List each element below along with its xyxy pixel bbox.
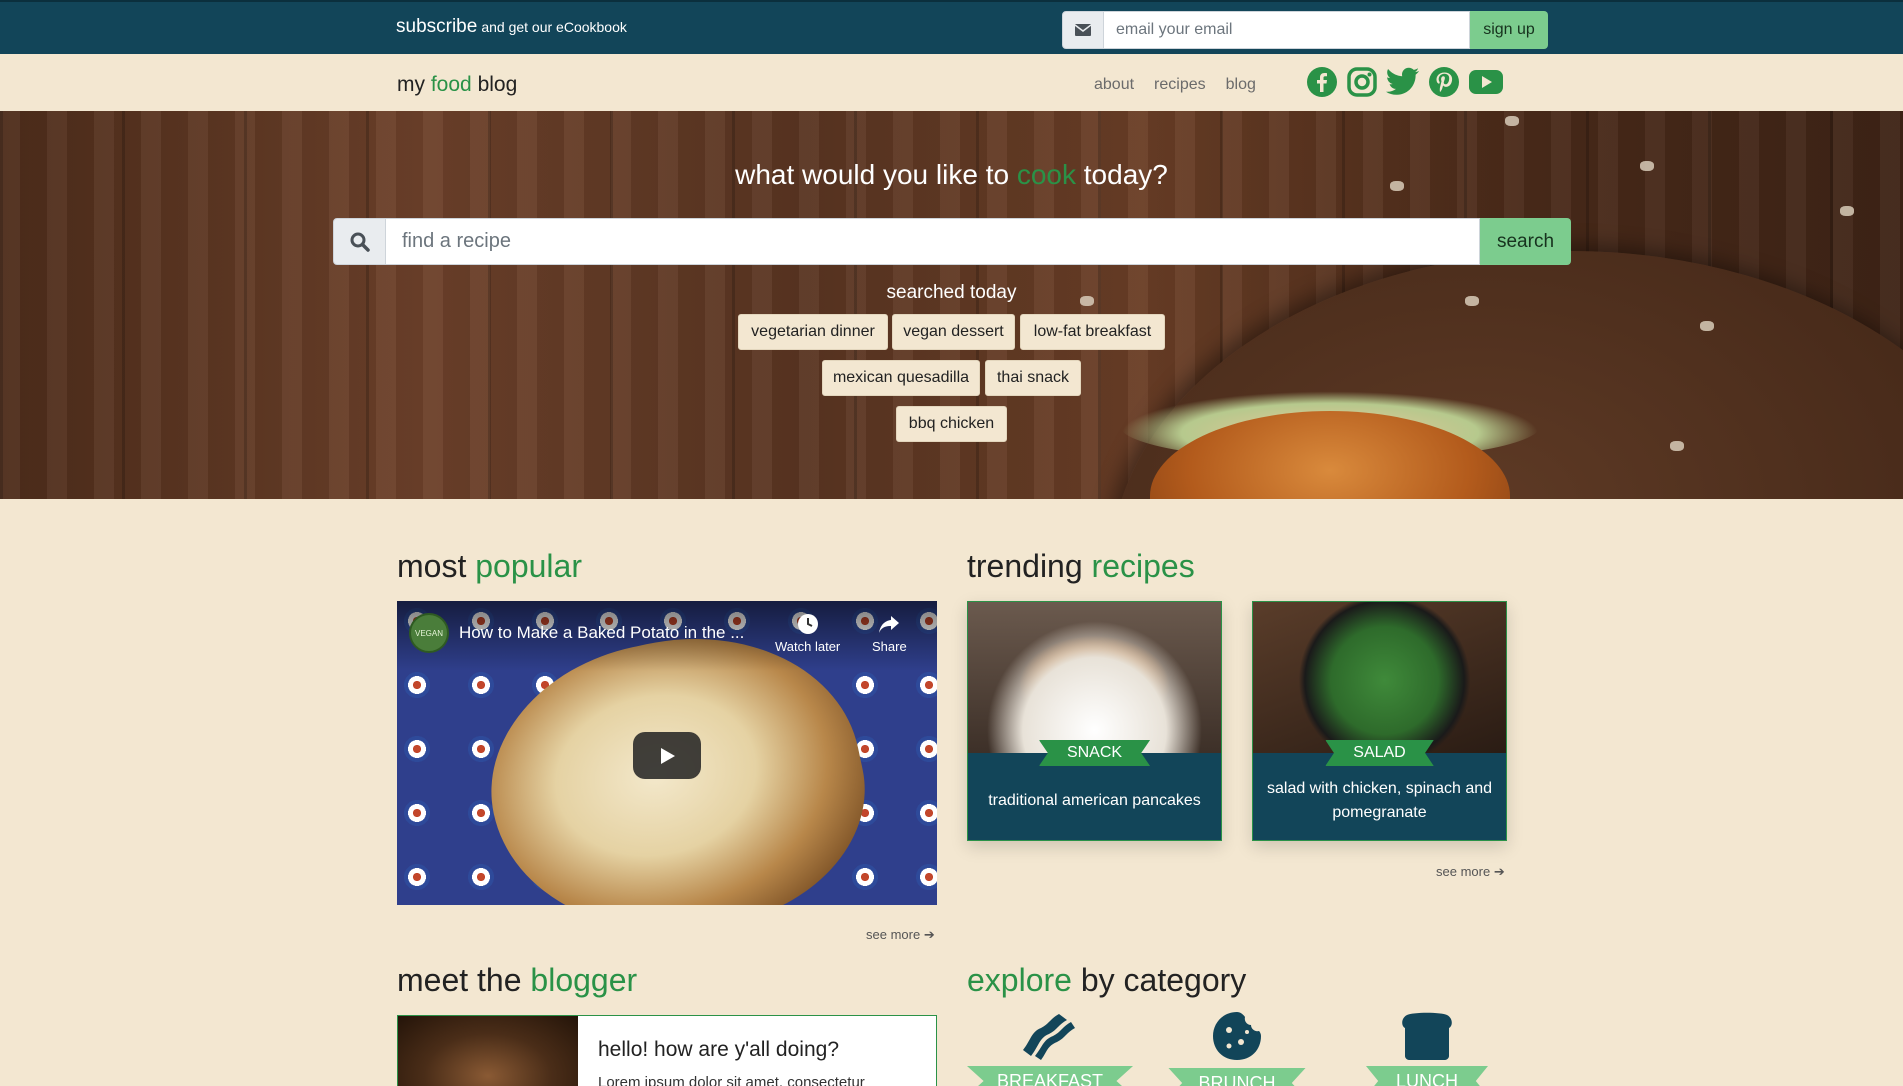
search-chip[interactable]: bbq chicken [896,406,1007,442]
heading-accent: explore [967,962,1072,998]
recipe-card[interactable]: SALAD salad with chicken, spinach and po… [1252,601,1507,841]
crumb-decoration [1700,321,1714,331]
bacon-icon [1023,1014,1075,1060]
see-more-label: see more [1436,864,1491,879]
nav-link-blog[interactable]: blog [1226,76,1256,94]
meet-blogger-heading: meet the blogger [397,962,637,999]
brand-accent: food [430,73,472,96]
youtube-icon[interactable] [1468,68,1504,96]
recipe-search-input[interactable] [386,218,1480,265]
recipe-image [1253,602,1506,753]
category-breakfast[interactable]: BREAKFAST [967,1010,1134,1086]
blogger-greeting: hello! how are y'all doing? [598,1038,839,1061]
search-chip[interactable]: thai snack [985,360,1081,396]
watch-later-button[interactable]: Watch later [775,613,840,654]
recipe-title: salad with chicken, spinach and pomegran… [1266,780,1493,821]
envelope-icon [1062,11,1104,49]
category-ribbon: SNACK [1038,740,1151,766]
sign-up-button[interactable]: sign up [1470,11,1548,49]
subscribe-title: subscribe [396,16,478,37]
searched-today-label: searched today [886,282,1017,303]
channel-avatar[interactable]: VEGAN [409,613,449,653]
crumb-decoration [1505,116,1519,126]
brand-prefix: my [397,73,425,96]
search-chip[interactable]: vegetarian dinner [738,314,888,350]
see-more-label: see more [866,927,921,942]
blogger-card: hello! how are y'all doing? Lorem ipsum … [397,1015,937,1086]
clock-icon [797,614,818,634]
channel-badge-text: VEGAN [414,628,443,638]
video-player[interactable]: VEGAN How to Make a Baked Potato in the … [397,601,937,905]
bread-icon [1402,1012,1452,1060]
heading-prefix: trending [967,548,1083,584]
explore-category-heading: explore by category [967,962,1246,999]
search-chip[interactable]: mexican quesadilla [822,360,980,396]
search-icon [333,218,386,265]
category-lunch[interactable]: LUNCH [1362,1010,1492,1086]
share-button[interactable]: Share [872,613,907,654]
heading-suffix: by category [1080,962,1247,998]
crumb-decoration [1840,206,1854,216]
video-title[interactable]: How to Make a Baked Potato in the ... [459,623,744,643]
see-more-trending-link[interactable]: see more ➔ [1436,864,1505,880]
hero-title-accent: cook [1016,159,1076,190]
share-label: Share [872,639,907,654]
recipe-image [968,602,1221,753]
play-button[interactable] [633,732,701,779]
email-input[interactable] [1104,11,1470,49]
subscribe-text: subscribe and get our eCookbook [396,16,627,38]
pinterest-icon[interactable] [1428,66,1460,98]
brand-suffix: blog [477,73,518,96]
blogger-photo [398,1016,578,1086]
blogger-text: Lorem ipsum dolor sit amet, consectetur [598,1074,865,1086]
heading-prefix: most [397,548,467,584]
category-label: BRUNCH [1168,1068,1306,1086]
category-ribbon: SALAD [1325,740,1434,766]
trending-recipes-heading: trending recipes [967,548,1195,585]
facebook-icon[interactable] [1306,66,1338,98]
search-chip[interactable]: low-fat breakfast [1020,314,1165,350]
hero-title: what would you like to cook today? [0,159,1903,191]
social-links [1306,66,1504,98]
play-icon [661,747,675,764]
see-more-popular-link[interactable]: see more ➔ [866,927,935,943]
share-icon [879,616,900,633]
heading-accent: popular [475,548,582,584]
most-popular-heading: most popular [397,548,582,585]
navbar: my food blog about recipes blog [0,54,1903,111]
crumb-decoration [1670,441,1684,451]
subscribe-form: sign up [1062,11,1548,49]
recipe-card[interactable]: SNACK traditional american pancakes [967,601,1222,841]
recipe-search-form: search [333,218,1571,265]
hero-title-suffix: today? [1083,159,1168,190]
category-brunch[interactable]: BRUNCH [1167,1010,1307,1086]
heading-prefix: meet the [397,962,522,998]
subscribe-bar: subscribeand get our eCookbook sign up [0,0,1903,54]
cookie-icon [1213,1012,1261,1060]
category-label: BREAKFAST [967,1066,1134,1086]
instagram-icon[interactable] [1346,66,1378,98]
heading-accent: blogger [530,962,638,998]
hero-banner: what would you like to cook today? searc… [0,111,1903,499]
category-label: LUNCH [1365,1066,1488,1086]
search-button[interactable]: search [1480,218,1571,265]
nav-links: about recipes blog [1094,76,1256,94]
nav-link-recipes[interactable]: recipes [1154,76,1206,94]
twitter-icon[interactable] [1386,67,1420,97]
arrow-right-icon: ➔ [923,927,935,942]
arrow-right-icon: ➔ [1493,864,1505,879]
recipe-title: traditional american pancakes [988,792,1201,809]
watch-later-label: Watch later [775,639,841,654]
hero-title-prefix: what would you like to [735,159,1010,190]
heading-accent: recipes [1091,548,1195,584]
search-chip[interactable]: vegan dessert [892,314,1015,350]
subscribe-subtitle: and get our eCookbook [481,19,627,35]
brand-logo[interactable]: my food blog [397,73,517,97]
nav-link-about[interactable]: about [1094,76,1134,94]
